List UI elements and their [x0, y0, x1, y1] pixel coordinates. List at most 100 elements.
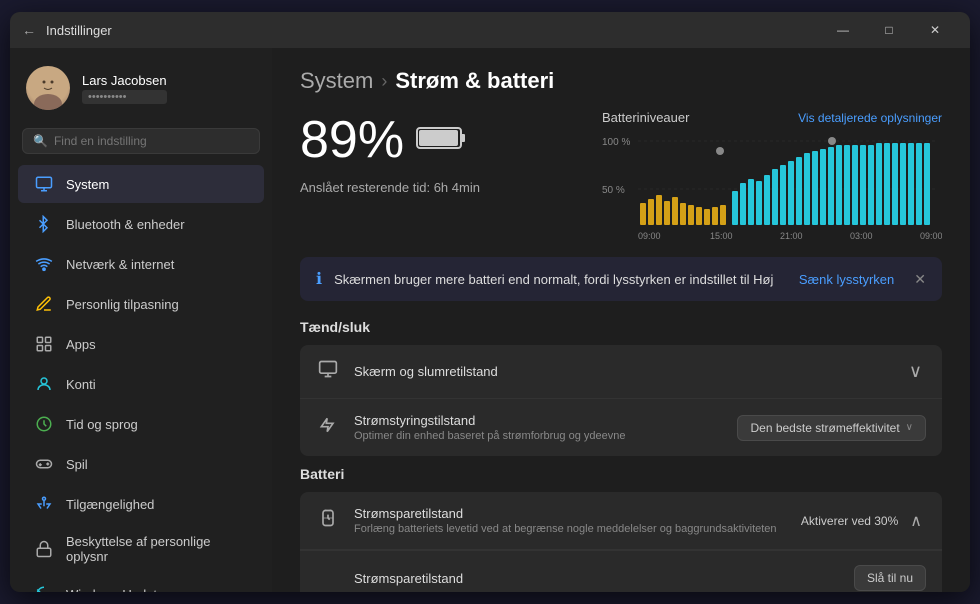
sparetilstand-row[interactable]: Strømsparetilstand Forlæng batteriets le… [300, 492, 942, 550]
svg-text:03:00: 03:00 [850, 231, 873, 241]
slaa-content: Strømsparetilstand [354, 571, 840, 586]
svg-text:09:00: 09:00 [638, 231, 661, 241]
system-icon [34, 174, 54, 194]
stroem-action[interactable]: Den bedste strømeffektivitet ∨ [737, 415, 926, 441]
bluetooth-icon [34, 214, 54, 234]
sidebar-item-bluetooth[interactable]: Bluetooth & enheder [18, 205, 264, 243]
user-sub: •••••••••• [82, 90, 167, 104]
user-section: Lars Jacobsen •••••••••• [10, 58, 272, 124]
sidebar-label-bluetooth: Bluetooth & enheder [66, 217, 185, 232]
breadcrumb-page: Strøm & batteri [395, 68, 554, 94]
skaerm-title: Skærm og slumretilstand [354, 364, 891, 379]
sidebar-item-personlig[interactable]: Personlig tilpasning [18, 285, 264, 323]
activate-label: Aktiverer ved 30% [801, 514, 898, 528]
info-text: Skærmen bruger mere batteri end normalt,… [334, 272, 787, 287]
sidebar-label-konti: Konti [66, 377, 96, 392]
section-batteri: Batteri [300, 466, 942, 482]
svg-text:15:00: 15:00 [710, 231, 733, 241]
maximize-button[interactable]: □ [866, 12, 912, 48]
sidebar-item-network[interactable]: Netværk & internet [18, 245, 264, 283]
sidebar: Lars Jacobsen •••••••••• 🔍 System [10, 48, 272, 592]
battery-icon [416, 122, 466, 159]
settings-window: ← Indstillinger — □ ✕ [10, 12, 970, 592]
sidebar-item-update[interactable]: Windows Update [18, 575, 264, 592]
skaerm-icon [316, 359, 340, 384]
sidebar-item-apps[interactable]: Apps [18, 325, 264, 363]
sparetilstand-title: Strømsparetilstand [354, 506, 787, 521]
search-input[interactable] [54, 134, 249, 148]
svg-text:09:00: 09:00 [920, 231, 942, 241]
sidebar-item-system[interactable]: System [18, 165, 264, 203]
user-info: Lars Jacobsen •••••••••• [82, 73, 167, 104]
privatliv-icon [34, 539, 54, 559]
taend-sluk-card: Skærm og slumretilstand ∨ Strømstyringst… [300, 345, 942, 456]
stroem-dropdown-label: Den bedste strømeffektivitet [750, 421, 899, 435]
user-name: Lars Jacobsen [82, 73, 167, 88]
section-taend-sluk: Tænd/sluk [300, 319, 942, 335]
slaa-action[interactable]: Slå til nu [854, 565, 926, 591]
sidebar-label-privatliv: Beskyttelse af personlige oplysnr [66, 534, 248, 564]
search-icon: 🔍 [33, 134, 48, 148]
info-banner: ℹ Skærmen bruger mere batteri end normal… [300, 257, 942, 301]
sparetilstand-collapse-icon[interactable]: ∧ [906, 511, 926, 531]
stroem-title: Strømstyringstilstand [354, 413, 723, 428]
titlebar: ← Indstillinger — □ ✕ [10, 12, 970, 48]
sidebar-label-tilgaengelighed: Tilgængelighed [66, 497, 154, 512]
stroem-content: Strømstyringstilstand Optimer din enhed … [354, 413, 723, 442]
sparetilstand-desc: Forlæng batteriets levetid ved at begræn… [354, 523, 787, 535]
avatar [26, 66, 70, 110]
batteri-card: Strømsparetilstand Forlæng batteriets le… [300, 492, 942, 592]
battery-time: Anslået resterende tid: 6h 4min [300, 180, 582, 195]
spil-icon [34, 454, 54, 474]
chart-link[interactable]: Vis detaljerede oplysninger [798, 111, 942, 125]
main-content: System › Strøm & batteri 89% [272, 48, 970, 592]
sidebar-label-apps: Apps [66, 337, 96, 352]
svg-text:50 %: 50 % [602, 185, 625, 196]
skaerm-content: Skærm og slumretilstand [354, 364, 891, 379]
slaa-til-row: Strømsparetilstand Slå til nu [300, 550, 942, 592]
sidebar-label-tid: Tid og sprog [66, 417, 138, 432]
slaa-title: Strømsparetilstand [354, 571, 840, 586]
stroem-row[interactable]: Strømstyringstilstand Optimer din enhed … [300, 399, 942, 456]
skaerm-expand-icon[interactable]: ∨ [905, 361, 926, 382]
sidebar-item-spil[interactable]: Spil [18, 445, 264, 483]
sparetilstand-action: Aktiverer ved 30% ∧ [801, 511, 926, 531]
sparetilstand-content: Strømsparetilstand Forlæng batteriets le… [354, 506, 787, 535]
konti-icon [34, 374, 54, 394]
battery-chart: Batteriniveauer Vis detaljerede oplysnin… [602, 110, 942, 241]
stroem-chevron-icon: ∨ [906, 422, 913, 433]
slaa-button[interactable]: Slå til nu [854, 565, 926, 591]
back-button[interactable]: ← [22, 22, 36, 38]
sparetilstand-icon [316, 508, 340, 533]
sidebar-item-konti[interactable]: Konti [18, 365, 264, 403]
update-icon [34, 584, 54, 592]
skaerm-row[interactable]: Skærm og slumretilstand ∨ [300, 345, 942, 399]
minimize-button[interactable]: — [820, 12, 866, 48]
info-close-button[interactable]: ✕ [914, 271, 926, 288]
skaerm-action: ∨ [905, 361, 926, 382]
network-icon [34, 254, 54, 274]
window-title: Indstillinger [46, 23, 112, 38]
battery-percent: 89% [300, 110, 404, 170]
personlig-icon [34, 294, 54, 314]
breadcrumb-system: System [300, 68, 373, 94]
tilgaengelighed-icon [34, 494, 54, 514]
chart-area: 100 % 50 % [602, 131, 942, 241]
stroem-icon [316, 415, 340, 440]
svg-text:21:00: 21:00 [780, 231, 803, 241]
sidebar-label-update: Windows Update [66, 587, 164, 593]
svg-text:100 %: 100 % [602, 137, 630, 148]
stroem-dropdown[interactable]: Den bedste strømeffektivitet ∨ [737, 415, 926, 441]
info-action-link[interactable]: Sænk lysstyrken [799, 272, 894, 287]
info-icon: ℹ [316, 269, 322, 289]
chart-title: Batteriniveauer [602, 110, 689, 125]
sidebar-label-system: System [66, 177, 109, 192]
sidebar-label-spil: Spil [66, 457, 88, 472]
close-button[interactable]: ✕ [912, 12, 958, 48]
search-box[interactable]: 🔍 [22, 128, 260, 154]
sidebar-item-tilgaengelighed[interactable]: Tilgængelighed [18, 485, 264, 523]
sidebar-label-network: Netværk & internet [66, 257, 174, 272]
slaa-button-label: Slå til nu [867, 571, 913, 585]
sidebar-item-tid[interactable]: Tid og sprog [18, 405, 264, 443]
sidebar-item-privatliv[interactable]: Beskyttelse af personlige oplysnr [18, 525, 264, 573]
